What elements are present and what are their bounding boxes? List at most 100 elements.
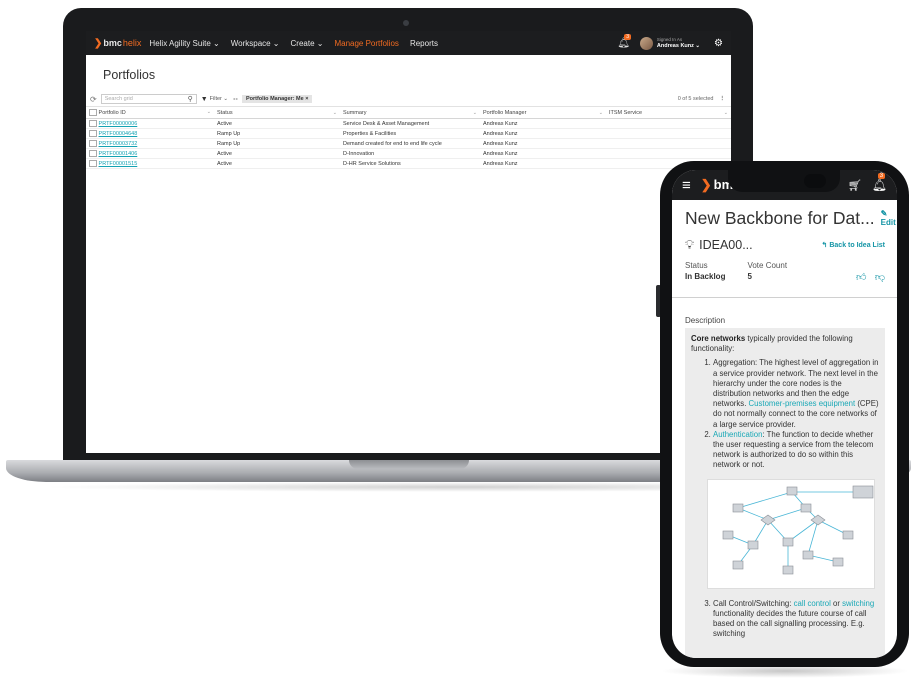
authentication-link[interactable]: Authentication bbox=[713, 430, 762, 439]
desc-bold-term: Core networks bbox=[691, 334, 746, 343]
status-cell: Ramp Up bbox=[214, 128, 340, 139]
portfolio-id-link[interactable]: PRTF00000006 bbox=[99, 121, 138, 127]
nav-workspace[interactable]: Workspace ⌄ bbox=[231, 39, 280, 48]
service-cell bbox=[606, 128, 731, 139]
grid-toolbar: ⟳ Search grid ⚲ ▼ Filter ⌄ ⚏ Portfolio M… bbox=[86, 92, 731, 106]
notifications-bell-icon[interactable]: 🔔︎ 3 bbox=[872, 173, 887, 192]
chevron-down-icon[interactable]: ⌄ bbox=[333, 110, 337, 116]
edit-label: Edit bbox=[880, 218, 896, 227]
table-row[interactable]: PRTF00004648 Ramp Up Properties & Facili… bbox=[86, 128, 731, 139]
search-input[interactable]: Search grid ⚲ bbox=[100, 94, 197, 104]
chevron-down-icon[interactable]: ⌄ bbox=[473, 110, 477, 116]
portfolio-id-link[interactable]: PRTF00003732 bbox=[99, 141, 138, 147]
list-item-text: Call Control/Switching: bbox=[713, 598, 794, 608]
list-item: Aggregation: The highest level of aggreg… bbox=[713, 358, 880, 429]
desc-list-continued: Call Control/Switching: call control or … bbox=[691, 599, 880, 640]
cart-icon[interactable]: 🛒︎ bbox=[848, 179, 862, 192]
status-cell: Active bbox=[214, 148, 340, 159]
notification-badge: 3 bbox=[877, 173, 886, 179]
filter-chip-portfolio-manager[interactable]: Portfolio Manager: Me × bbox=[241, 95, 313, 103]
pencil-icon: ✎ bbox=[880, 209, 888, 218]
search-icon[interactable]: ⚲ bbox=[188, 95, 193, 103]
row-checkbox[interactable] bbox=[89, 130, 97, 137]
summary-cell: D-HR Service Solutions bbox=[340, 158, 480, 169]
page-title: Portfolios bbox=[103, 68, 156, 82]
portfolio-id-link[interactable]: PRTF00001406 bbox=[99, 151, 138, 157]
chevron-down-icon[interactable]: ⌄ bbox=[724, 110, 728, 116]
phone-screen: ≡ ❯ bmc 🛒︎ 🔔︎ 3 New Backbone for Dat... ✎ … bbox=[672, 170, 897, 658]
status-cell: Active bbox=[214, 118, 340, 129]
logo-bmc-text: bmc bbox=[103, 38, 122, 48]
avatar[interactable] bbox=[639, 36, 653, 50]
description-body[interactable]: Core networks typically provided the fol… bbox=[685, 328, 885, 658]
table-row[interactable]: PRTF00001406 Active D-Innovation Andreas… bbox=[86, 148, 731, 159]
chevron-down-icon[interactable]: ⌄ bbox=[599, 110, 603, 116]
list-item-text: or bbox=[830, 598, 843, 608]
bmc-chevron-icon: ❯ bbox=[700, 177, 712, 192]
list-item: Authentication: The function to decide w… bbox=[713, 430, 880, 471]
laptop-opening-notch bbox=[349, 460, 469, 469]
summary-cell: Demand created for end to end life cycle bbox=[340, 138, 480, 149]
col-header-portfolio-manager[interactable]: Portfolio Manager ⌄ bbox=[480, 106, 606, 119]
row-checkbox[interactable] bbox=[89, 160, 97, 167]
edit-button[interactable]: ✎ Edit bbox=[881, 209, 896, 227]
user-menu[interactable]: Signed In As Andreas Kunz ⌄ bbox=[657, 37, 700, 49]
customer-premises-link[interactable]: Customer-premises equipment bbox=[749, 399, 856, 408]
row-checkbox[interactable] bbox=[89, 120, 97, 127]
status-section: Status In Backlog Vote Count 5 👍︎ 👎︎ bbox=[685, 261, 885, 283]
manager-cell: Andreas Kunz bbox=[480, 148, 606, 159]
nav-helix-agility-suite[interactable]: Helix Agility Suite ⌄ bbox=[149, 39, 219, 48]
laptop-screen: ❯ bmc helix Helix Agility Suite ⌄ Worksp… bbox=[86, 31, 731, 453]
thumbs-up-icon[interactable]: 👍︎ bbox=[856, 272, 866, 283]
search-placeholder: Search grid bbox=[104, 96, 133, 102]
nav-create[interactable]: Create ⌄ bbox=[291, 39, 324, 48]
summary-cell: D-Innovation bbox=[340, 148, 480, 159]
divider bbox=[672, 297, 897, 298]
nav-manage-portfolios[interactable]: Manage Portfolios bbox=[334, 39, 398, 48]
funnel-icon: ▼ bbox=[200, 95, 208, 103]
manager-cell: Andreas Kunz bbox=[480, 118, 606, 129]
call-control-link[interactable]: call control bbox=[794, 599, 831, 608]
column-settings-icon[interactable]: ⚏ bbox=[233, 96, 238, 102]
bmc-helix-logo[interactable]: ❯ bmc helix bbox=[94, 38, 141, 49]
table-row[interactable]: PRTF00001515 Active D-HR Service Solutio… bbox=[86, 158, 731, 169]
col-header-itsm-service[interactable]: ITSM Service ⌄ bbox=[606, 106, 731, 119]
vote-count-value: 5 bbox=[747, 272, 752, 281]
status-value: In Backlog bbox=[685, 272, 726, 281]
thumbs-down-icon[interactable]: 👎︎ bbox=[875, 272, 885, 283]
gear-icon[interactable]: ⚙ bbox=[714, 38, 723, 49]
row-checkbox[interactable] bbox=[89, 140, 97, 147]
selected-count: 0 of 5 selected bbox=[677, 96, 714, 102]
portfolio-id-link[interactable]: PRTF00001515 bbox=[99, 161, 138, 167]
status-cell: Active bbox=[214, 158, 340, 169]
hamburger-menu-icon[interactable]: ≡ bbox=[682, 177, 691, 194]
service-cell bbox=[606, 118, 731, 129]
filter-button[interactable]: ▼ Filter ⌄ bbox=[201, 96, 228, 103]
list-item: Call Control/Switching: call control or … bbox=[713, 599, 880, 640]
bmc-chevron-icon: ❯ bbox=[94, 37, 103, 49]
table-row[interactable]: PRTF00000006 Active Service Desk & Asset… bbox=[86, 118, 731, 129]
refresh-icon[interactable]: ⟳ bbox=[90, 95, 97, 104]
chevron-down-icon[interactable]: ⌄ bbox=[207, 109, 211, 115]
grid-header-row: Portfolio ID ⌄ Status ⌄ Summary ⌄ Portfolio… bbox=[86, 106, 731, 119]
lightbulb-icon: 💡︎ bbox=[685, 237, 695, 252]
network-diagram-image bbox=[707, 478, 875, 589]
row-checkbox[interactable] bbox=[89, 150, 97, 157]
nav-reports[interactable]: Reports bbox=[410, 39, 438, 48]
select-all-checkbox[interactable] bbox=[89, 109, 97, 116]
table-row[interactable]: PRTF00003732 Ramp Up Demand created for … bbox=[86, 138, 731, 149]
user-name: Andreas Kunz ⌄ bbox=[656, 43, 701, 49]
more-options-icon[interactable]: ⋮ bbox=[720, 96, 726, 102]
col-header-portfolio-id[interactable]: Portfolio ID ⌄ bbox=[86, 106, 214, 119]
desc-list: Aggregation: The highest level of aggreg… bbox=[691, 358, 880, 470]
phone-notch bbox=[728, 170, 840, 192]
logo-helix-text: helix bbox=[122, 38, 142, 48]
col-header-status[interactable]: Status ⌄ bbox=[214, 106, 340, 119]
back-to-idea-list-link[interactable]: ↰ Back to Idea List bbox=[822, 241, 885, 249]
switching-link[interactable]: switching bbox=[842, 599, 874, 608]
phone-camera bbox=[804, 174, 826, 188]
back-arrow-icon: ↰ bbox=[821, 242, 828, 249]
portfolio-id-link[interactable]: PRTF00004648 bbox=[99, 131, 138, 137]
notifications-bell-icon[interactable]: 🔔︎ 3 bbox=[617, 33, 631, 49]
col-header-summary[interactable]: Summary ⌄ bbox=[340, 106, 480, 119]
